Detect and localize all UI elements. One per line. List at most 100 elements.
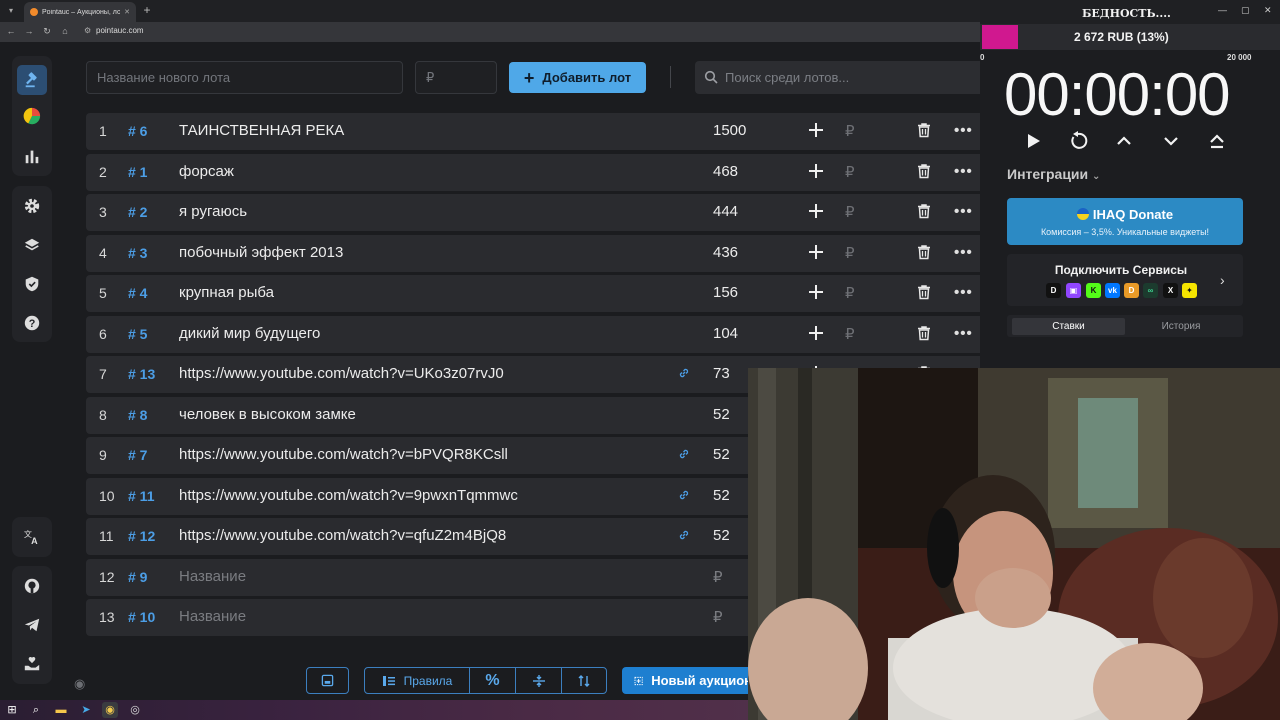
lot-row[interactable]: 2 # 1 форсаж 468 ₽ ••• [86,153,984,191]
chevron-down-icon[interactable] [1161,131,1181,151]
chrome-icon[interactable]: ◉ [102,702,118,718]
currency-input[interactable]: ₽ [845,244,855,262]
play-icon[interactable] [1023,131,1043,151]
add-amount-icon[interactable] [807,202,825,220]
lot-amount[interactable]: ₽ [713,608,723,626]
trash-icon[interactable] [916,122,932,138]
sidebar-security-button[interactable] [20,272,44,296]
sidebar-auction-button[interactable] [17,65,47,95]
folder-icon[interactable]: ▬ [53,702,69,718]
lot-name[interactable]: https://www.youtube.com/watch?v=UKo3z07r… [179,365,504,382]
trash-icon[interactable] [916,203,932,219]
search-input[interactable]: Поиск среди лотов... [695,61,984,94]
lot-amount-input[interactable]: ₽ [415,61,497,94]
more-options-icon[interactable]: ••• [954,284,973,301]
rules-button[interactable]: Правила [364,667,470,694]
sidebar-telegram-button[interactable] [20,613,44,637]
lot-name[interactable]: Название [179,568,246,585]
lot-name[interactable]: я ругаюсь [179,203,247,220]
more-options-icon[interactable]: ••• [954,244,973,261]
currency-input[interactable]: ₽ [845,203,855,221]
lot-amount[interactable]: 52 [713,446,730,463]
home-icon[interactable]: ⌂ [58,24,72,38]
reset-icon[interactable] [1068,131,1088,151]
percent-button[interactable]: % [469,667,516,694]
trash-icon[interactable] [916,244,932,260]
lot-row[interactable]: 4 # 3 побочный эффект 2013 436 ₽ ••• [86,234,984,272]
more-options-icon[interactable]: ••• [954,325,973,342]
link-icon[interactable] [677,488,691,502]
lot-row[interactable]: 3 # 2 я ругаюсь 444 ₽ ••• [86,194,984,231]
lot-amount[interactable]: 52 [713,487,730,504]
lot-name[interactable]: дикий мир будущего [179,325,320,342]
obs-icon[interactable]: ◎ [127,702,143,718]
lot-amount[interactable]: 52 [713,406,730,423]
more-options-icon[interactable]: ••• [954,163,973,180]
taskbar-search-icon[interactable]: ⌕ [28,702,44,718]
telegram-taskbar-icon[interactable]: ➤ [78,702,94,718]
close-tab-icon[interactable]: ✕ [124,8,130,16]
new-auction-button[interactable]: Новый аукцион [622,667,752,694]
lot-amount[interactable]: 468 [713,163,738,180]
sidebar-stats-button[interactable] [20,144,44,168]
reload-icon[interactable]: ↻ [40,24,54,38]
forward-icon[interactable]: → [22,24,36,38]
sidebar-wheel-button[interactable] [20,104,44,128]
add-lot-button[interactable]: + Добавить лот [509,62,646,93]
lot-name[interactable]: https://www.youtube.com/watch?v=bPVQR8KC… [179,446,508,463]
lot-amount[interactable]: ₽ [713,568,723,586]
tab-history[interactable]: История [1126,318,1236,335]
add-amount-icon[interactable] [807,121,825,139]
more-options-icon[interactable]: ••• [954,203,973,220]
browser-tab[interactable]: Pointauc – Аукционы, лотереи ✕ [24,2,136,22]
lot-name[interactable]: крупная рыба [179,284,274,301]
lot-amount[interactable]: 436 [713,244,738,261]
sort-button[interactable] [561,667,607,694]
lot-name[interactable]: форсаж [179,163,234,180]
lot-name[interactable]: https://www.youtube.com/watch?v=qfuZ2m4B… [179,527,506,544]
link-icon[interactable] [677,447,691,461]
connect-services-card[interactable] [1007,254,1243,306]
url-text[interactable]: pointauc.com [96,24,144,38]
tab-list-icon[interactable]: ▾ [4,4,18,18]
double-chevron-up-icon[interactable] [1207,131,1227,151]
lot-amount[interactable]: 156 [713,284,738,301]
lot-name[interactable]: ТАИНСТВЕННАЯ РЕКА [179,122,344,139]
tab-bets[interactable]: Ставки [1012,318,1125,335]
chevron-up-icon[interactable] [1114,131,1134,151]
close-window-icon[interactable]: ✕ [1264,5,1272,16]
lot-name[interactable]: побочный эффект 2013 [179,244,343,261]
site-info-icon[interactable]: ⚙ [84,24,94,38]
lot-row[interactable]: 1 # 6 ТАИНСТВЕННАЯ РЕКА 1500 ₽ ••• [86,113,984,150]
windows-start-icon[interactable]: ⊞ [4,702,20,718]
link-icon[interactable] [677,366,691,380]
currency-input[interactable]: ₽ [845,284,855,302]
back-icon[interactable]: ← [4,24,18,38]
integrations-dropdown[interactable]: Интеграции ⌄ [1007,166,1100,182]
lot-amount[interactable]: 1500 [713,122,746,139]
lot-name-input[interactable]: Название нового лота [86,61,403,94]
eye-icon[interactable]: ◉ [74,677,92,691]
trash-icon[interactable] [916,163,932,179]
lot-amount[interactable]: 73 [713,365,730,382]
currency-input[interactable]: ₽ [845,325,855,343]
lot-name[interactable]: https://www.youtube.com/watch?v=9pwxnTqm… [179,487,518,504]
link-icon[interactable] [677,528,691,542]
trash-icon[interactable] [916,284,932,300]
sidebar-github-button[interactable] [20,574,44,598]
sidebar-layers-button[interactable] [20,233,44,257]
lot-row[interactable]: 5 # 4 крупная рыба 156 ₽ ••• [86,275,984,312]
add-amount-icon[interactable] [807,162,825,180]
save-button[interactable] [306,667,349,694]
new-tab-icon[interactable]: + [140,3,154,17]
chevron-right-icon[interactable]: › [1220,272,1225,288]
minimize-icon[interactable]: — [1218,5,1227,15]
sidebar-help-button[interactable]: ? [20,311,44,335]
merge-button[interactable] [515,667,562,694]
lot-row[interactable]: 6 # 5 дикий мир будущего 104 ₽ ••• [86,315,984,353]
add-amount-icon[interactable] [807,243,825,261]
lot-amount[interactable]: 52 [713,527,730,544]
more-options-icon[interactable]: ••• [954,122,973,139]
lot-amount[interactable]: 444 [713,203,738,220]
lot-name[interactable]: Название [179,608,246,625]
